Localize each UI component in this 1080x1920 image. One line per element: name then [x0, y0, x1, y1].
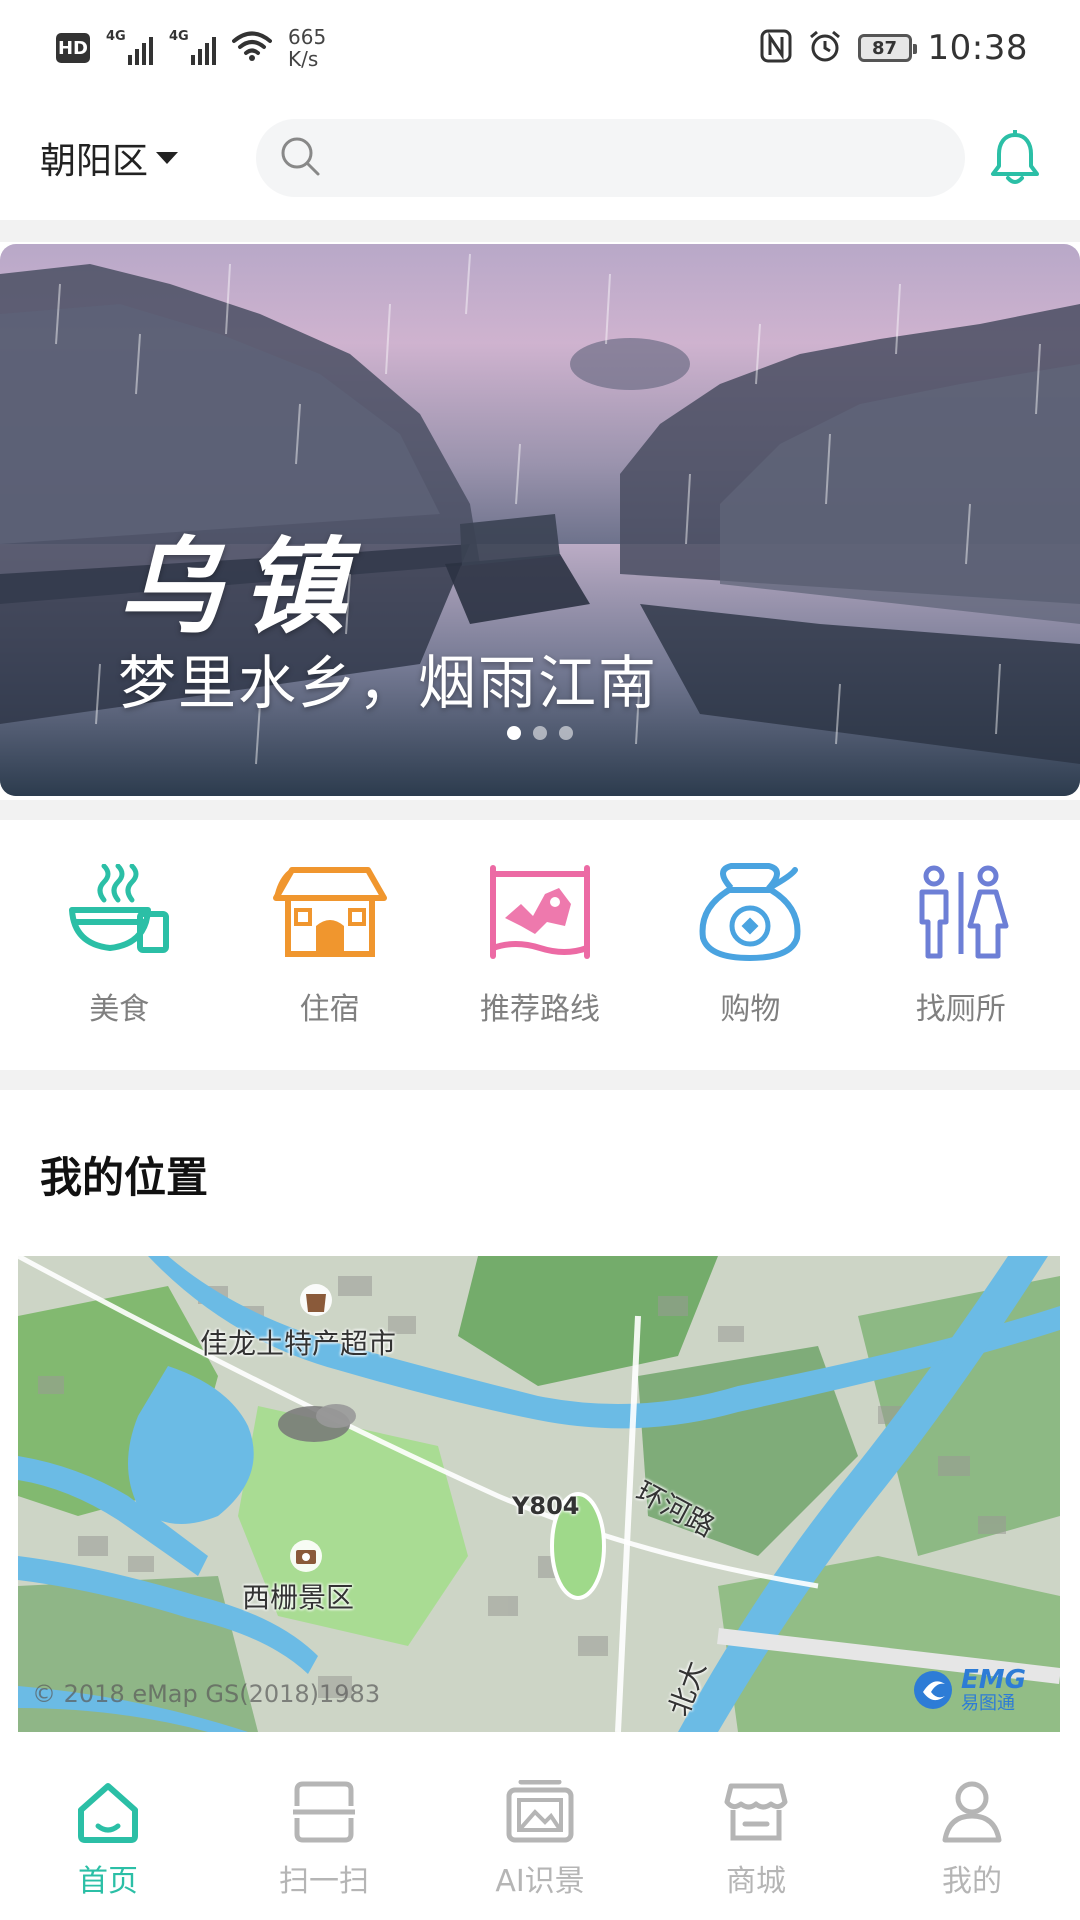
network-speed-unit: K/s	[288, 47, 319, 71]
hd-badge: HD	[56, 33, 90, 63]
nav-scan[interactable]: 扫一扫	[224, 1776, 424, 1920]
nav-ai-scene[interactable]: AI识景	[440, 1776, 640, 1920]
carousel-dot[interactable]	[533, 726, 547, 740]
district-label: 朝阳区	[40, 141, 149, 182]
category-grid: 美食 住宿 推荐路线 购物 找厕所	[0, 820, 1080, 1070]
nav-label: 首页	[78, 1864, 138, 1899]
nav-store[interactable]: 商城	[656, 1776, 856, 1920]
nav-label: 我的	[942, 1864, 1002, 1899]
notification-bell-icon[interactable]	[987, 128, 1044, 188]
nav-label: 商城	[726, 1864, 786, 1899]
map-poi-market-label[interactable]: 佳龙土特产超市	[200, 1322, 396, 1362]
shopping-bag-icon	[690, 862, 810, 962]
network-type-label: 4G	[106, 29, 126, 44]
search-input[interactable]	[256, 119, 965, 197]
food-bowl-icon	[59, 862, 179, 962]
category-restroom[interactable]: 找厕所	[866, 862, 1056, 1028]
carousel-indicator	[0, 726, 1080, 740]
carousel-dot[interactable]	[559, 726, 573, 740]
signal-strength-icon: 4G	[169, 29, 216, 65]
carousel-dot[interactable]	[507, 726, 521, 740]
nav-profile[interactable]: 我的	[872, 1776, 1072, 1920]
map-copyright: © 2018 eMap GS(2018)1983	[32, 1680, 381, 1708]
clock: 10:38	[927, 28, 1028, 68]
wifi-icon	[232, 30, 272, 66]
category-shopping[interactable]: 购物	[655, 862, 845, 1028]
district-selector[interactable]: 朝阳区	[40, 132, 212, 184]
nfc-icon	[760, 29, 792, 67]
map-road-id-label: Y804	[512, 1492, 580, 1520]
category-label: 美食	[89, 992, 150, 1027]
section-divider	[0, 220, 1080, 242]
category-route[interactable]: 推荐路线	[445, 862, 635, 1028]
network-speed-value: 665	[288, 25, 327, 49]
nav-home[interactable]: 首页	[8, 1776, 208, 1920]
emg-logo-icon	[911, 1668, 955, 1716]
network-speed: 665 K/s	[288, 26, 326, 70]
bottom-navigation: 首页 扫一扫 AI识景 商城 我的	[0, 1756, 1080, 1920]
store-icon	[720, 1776, 792, 1848]
scan-icon	[288, 1776, 360, 1848]
category-food[interactable]: 美食	[24, 862, 214, 1028]
network-type-label: 4G	[169, 29, 189, 44]
section-divider	[0, 1070, 1080, 1090]
signal-strength-icon: 4G	[106, 29, 153, 65]
map-poi-scenic-label[interactable]: 西栅景区	[242, 1576, 354, 1616]
nav-label: AI识景	[495, 1864, 585, 1899]
category-label: 找厕所	[915, 992, 1006, 1027]
banner-subtitle: 梦里水乡，烟雨江南	[118, 649, 659, 717]
profile-icon	[936, 1776, 1008, 1848]
map-provider-logo: EMG 易图通	[911, 1665, 1026, 1716]
status-bar: HD 4G 4G 665 K/s 87 10:38	[0, 0, 1080, 96]
location-map[interactable]: 佳龙土特产超市 西栅景区 Y804 环河路 北大 © 2018 eMap GS(…	[18, 1256, 1060, 1732]
status-left: HD 4G 4G 665 K/s	[56, 26, 326, 70]
home-icon	[72, 1776, 144, 1848]
ai-scene-icon	[504, 1776, 576, 1848]
my-location-title: 我的位置	[40, 1153, 209, 1202]
category-label: 购物	[720, 992, 781, 1027]
map-logo-text: EMG	[961, 1665, 1026, 1695]
nav-label: 扫一扫	[279, 1864, 369, 1899]
restroom-icon	[901, 862, 1021, 962]
map-logo-cn: 易图通	[961, 1693, 1016, 1714]
alarm-icon	[808, 29, 842, 67]
category-label: 住宿	[299, 992, 360, 1027]
category-label: 推荐路线	[479, 992, 600, 1027]
lodging-house-icon	[270, 862, 390, 962]
top-header: 朝阳区	[0, 96, 1080, 220]
banner-title: 乌镇	[118, 525, 367, 648]
route-map-icon	[480, 862, 600, 962]
caret-down-icon	[156, 152, 179, 164]
category-lodging[interactable]: 住宿	[235, 862, 425, 1028]
promo-banner[interactable]: 乌镇 梦里水乡，烟雨江南	[0, 244, 1080, 796]
battery-indicator: 87	[857, 34, 917, 62]
search-icon	[278, 134, 322, 182]
status-right: 87 10:38	[760, 28, 1028, 68]
section-divider	[0, 800, 1080, 820]
